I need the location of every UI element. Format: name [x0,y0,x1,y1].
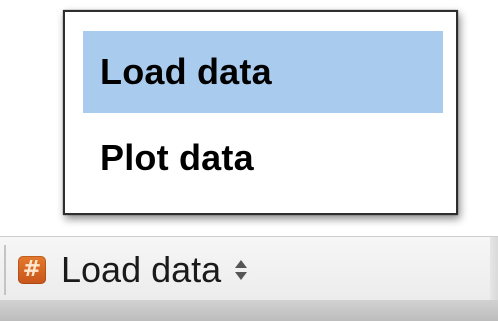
action-popup-button[interactable]: # Load data [18,245,248,295]
toolbar-edge [490,237,498,301]
bottom-toolbar: # Load data [0,236,498,301]
menu-item-plot-data[interactable]: Plot data [83,118,443,198]
screen: Load data Plot data # Load data [0,0,498,321]
up-down-arrows-icon [234,255,248,285]
hash-icon: # [18,256,46,284]
popup-selected-value: Load data [61,249,222,290]
toolbar-divider [4,245,6,295]
window-bottom-strip [0,300,498,321]
menu-item-load-data[interactable]: Load data [83,31,443,113]
popup-menu: Load data Plot data [63,10,458,215]
